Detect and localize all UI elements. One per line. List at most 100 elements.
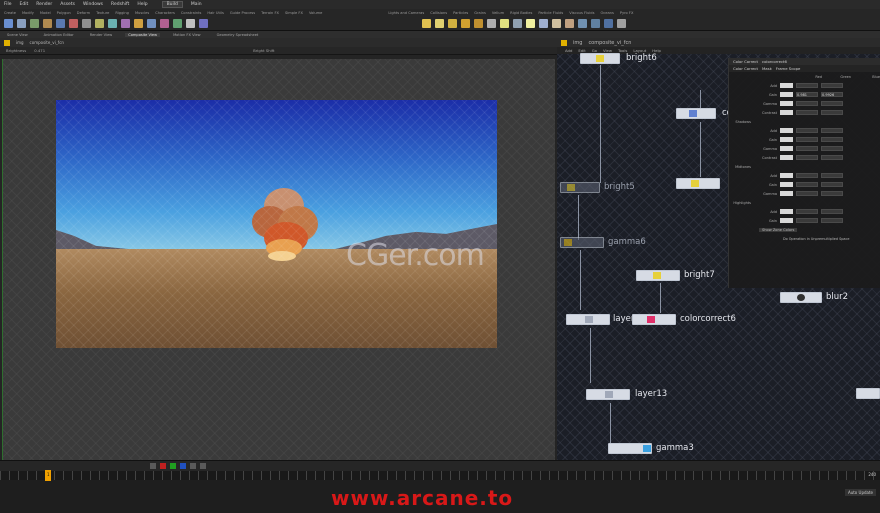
node-layer13[interactable] [586,389,630,400]
param-field[interactable] [796,137,818,142]
color-swatch[interactable] [780,146,793,151]
shelf-tab[interactable]: Grains [474,11,486,15]
shelf-tab[interactable]: Create [4,11,16,15]
null-tool-icon[interactable] [69,19,78,28]
param-field[interactable] [796,182,818,187]
tab-motion-fx-view[interactable]: Motion FX View [170,33,204,37]
environment-light-tool-icon[interactable] [513,19,522,28]
auto-update-button[interactable]: Auto Update [844,489,876,496]
color-swatch[interactable] [780,191,793,196]
color-swatch[interactable] [780,101,793,106]
geometry-light-tool-icon[interactable] [474,19,483,28]
metaball-tool-icon[interactable] [186,19,195,28]
node-unnamed[interactable] [676,178,720,189]
menu-file[interactable]: File [4,2,12,7]
show-zone-colors-button[interactable]: Show Zone Colors [759,227,798,232]
path-segment[interactable]: img [573,40,582,46]
param-field[interactable] [796,110,818,115]
main-desktop-dropdown[interactable]: Main [191,2,202,7]
gi-light-tool-icon[interactable] [539,19,548,28]
tab-color-correct[interactable]: Color Correct [733,66,758,71]
curve-tool-icon[interactable] [108,19,117,28]
param-field[interactable] [796,191,818,196]
frame-ruler[interactable]: 1 240 [0,470,880,481]
tab-mask[interactable]: Mask [762,66,772,71]
param-field[interactable] [821,182,843,187]
unpremultiplied-checkbox[interactable]: Do Operation in Unpremultiplied Space [783,237,849,241]
shelf-tab[interactable]: Pyro FX [620,11,634,15]
file-tool-icon[interactable] [199,19,208,28]
param-field[interactable] [821,137,843,142]
param-field[interactable] [796,173,818,178]
param-field[interactable] [821,209,843,214]
color-swatch[interactable] [780,128,793,133]
shelf-tab[interactable]: Texture [96,11,109,15]
param-field[interactable] [796,128,818,133]
color-swatch[interactable] [780,110,793,115]
gain-red-field[interactable]: 0.981 [796,92,818,97]
node-bright7[interactable] [636,270,680,281]
tab-render-view[interactable]: Render View [87,33,115,37]
param-field[interactable] [821,110,843,115]
ambient-light-tool-icon[interactable] [578,19,587,28]
node-label-gamma3[interactable]: gamma3 [656,443,694,453]
shelf-tab[interactable]: Deform [77,11,90,15]
tab-frame-scope[interactable]: Frame Scope [776,66,801,71]
shelf-tab[interactable]: Modify [22,11,34,15]
torus-tool-icon[interactable] [43,19,52,28]
node-label-layer13[interactable]: layer13 [635,389,667,399]
shelf-tab[interactable]: Volume [309,11,322,15]
param-field[interactable] [796,209,818,214]
shelf-tab[interactable]: Rigging [115,11,129,15]
sky-light-tool-icon[interactable] [526,19,535,28]
stereo-camera-tool-icon[interactable] [591,19,600,28]
node-label-blur2[interactable]: blur2 [826,292,848,302]
shelf-tab[interactable]: Particles [453,11,468,15]
jump-start-icon[interactable] [150,463,156,469]
volume-light-tool-icon[interactable] [487,19,496,28]
node-colorcorrect7[interactable] [676,108,716,119]
menu-redshift[interactable]: Redshift [111,2,129,7]
color-swatch[interactable] [780,173,793,178]
distant-light-tool-icon[interactable] [500,19,509,28]
vr-camera-tool-icon[interactable] [604,19,613,28]
node-bright6[interactable] [580,53,620,64]
node-label-bright7[interactable]: bright7 [684,270,715,280]
color-swatch[interactable] [780,83,793,88]
param-field[interactable] [821,218,843,223]
portal-light-tool-icon[interactable] [565,19,574,28]
gain-green-field[interactable]: 0.9926 [821,92,843,97]
node-gamma3[interactable] [608,443,652,454]
circle-tool-icon[interactable] [95,19,104,28]
shelf-tab[interactable]: Collisions [430,11,447,15]
menu-help[interactable]: Help [137,2,147,7]
shelf-tab[interactable]: Simple FX [285,11,303,15]
param-field[interactable] [821,101,843,106]
param-field[interactable] [796,155,818,160]
node-offscreen[interactable] [856,388,880,399]
step-forward-icon[interactable] [190,463,196,469]
menu-render[interactable]: Render [36,2,52,7]
play-icon[interactable] [170,463,176,469]
line-tool-icon[interactable] [82,19,91,28]
point-light-tool-icon[interactable] [435,19,444,28]
node-layer14[interactable] [566,314,610,325]
color-swatch[interactable] [780,137,793,142]
param-field[interactable] [796,218,818,223]
shelf-tab[interactable]: Vellum [492,11,504,15]
lsystem-tool-icon[interactable] [173,19,182,28]
area-light-tool-icon[interactable] [461,19,470,28]
menu-edit[interactable]: Edit [20,2,29,7]
node-label-gamma6[interactable]: gamma6 [608,237,646,247]
param-field[interactable] [821,83,843,88]
param-field[interactable] [821,173,843,178]
node-bright5[interactable] [560,182,600,193]
caustic-light-tool-icon[interactable] [552,19,561,28]
color-swatch[interactable] [780,209,793,214]
shelf-tab[interactable]: Terrain FX [261,11,279,15]
path-segment[interactable]: composite_vi_fcn [30,40,64,45]
spot-light-tool-icon[interactable] [448,19,457,28]
tab-composite-view[interactable]: Composite View [125,32,161,37]
param-field[interactable] [821,146,843,151]
build-desktop-dropdown[interactable]: Build [161,1,183,8]
